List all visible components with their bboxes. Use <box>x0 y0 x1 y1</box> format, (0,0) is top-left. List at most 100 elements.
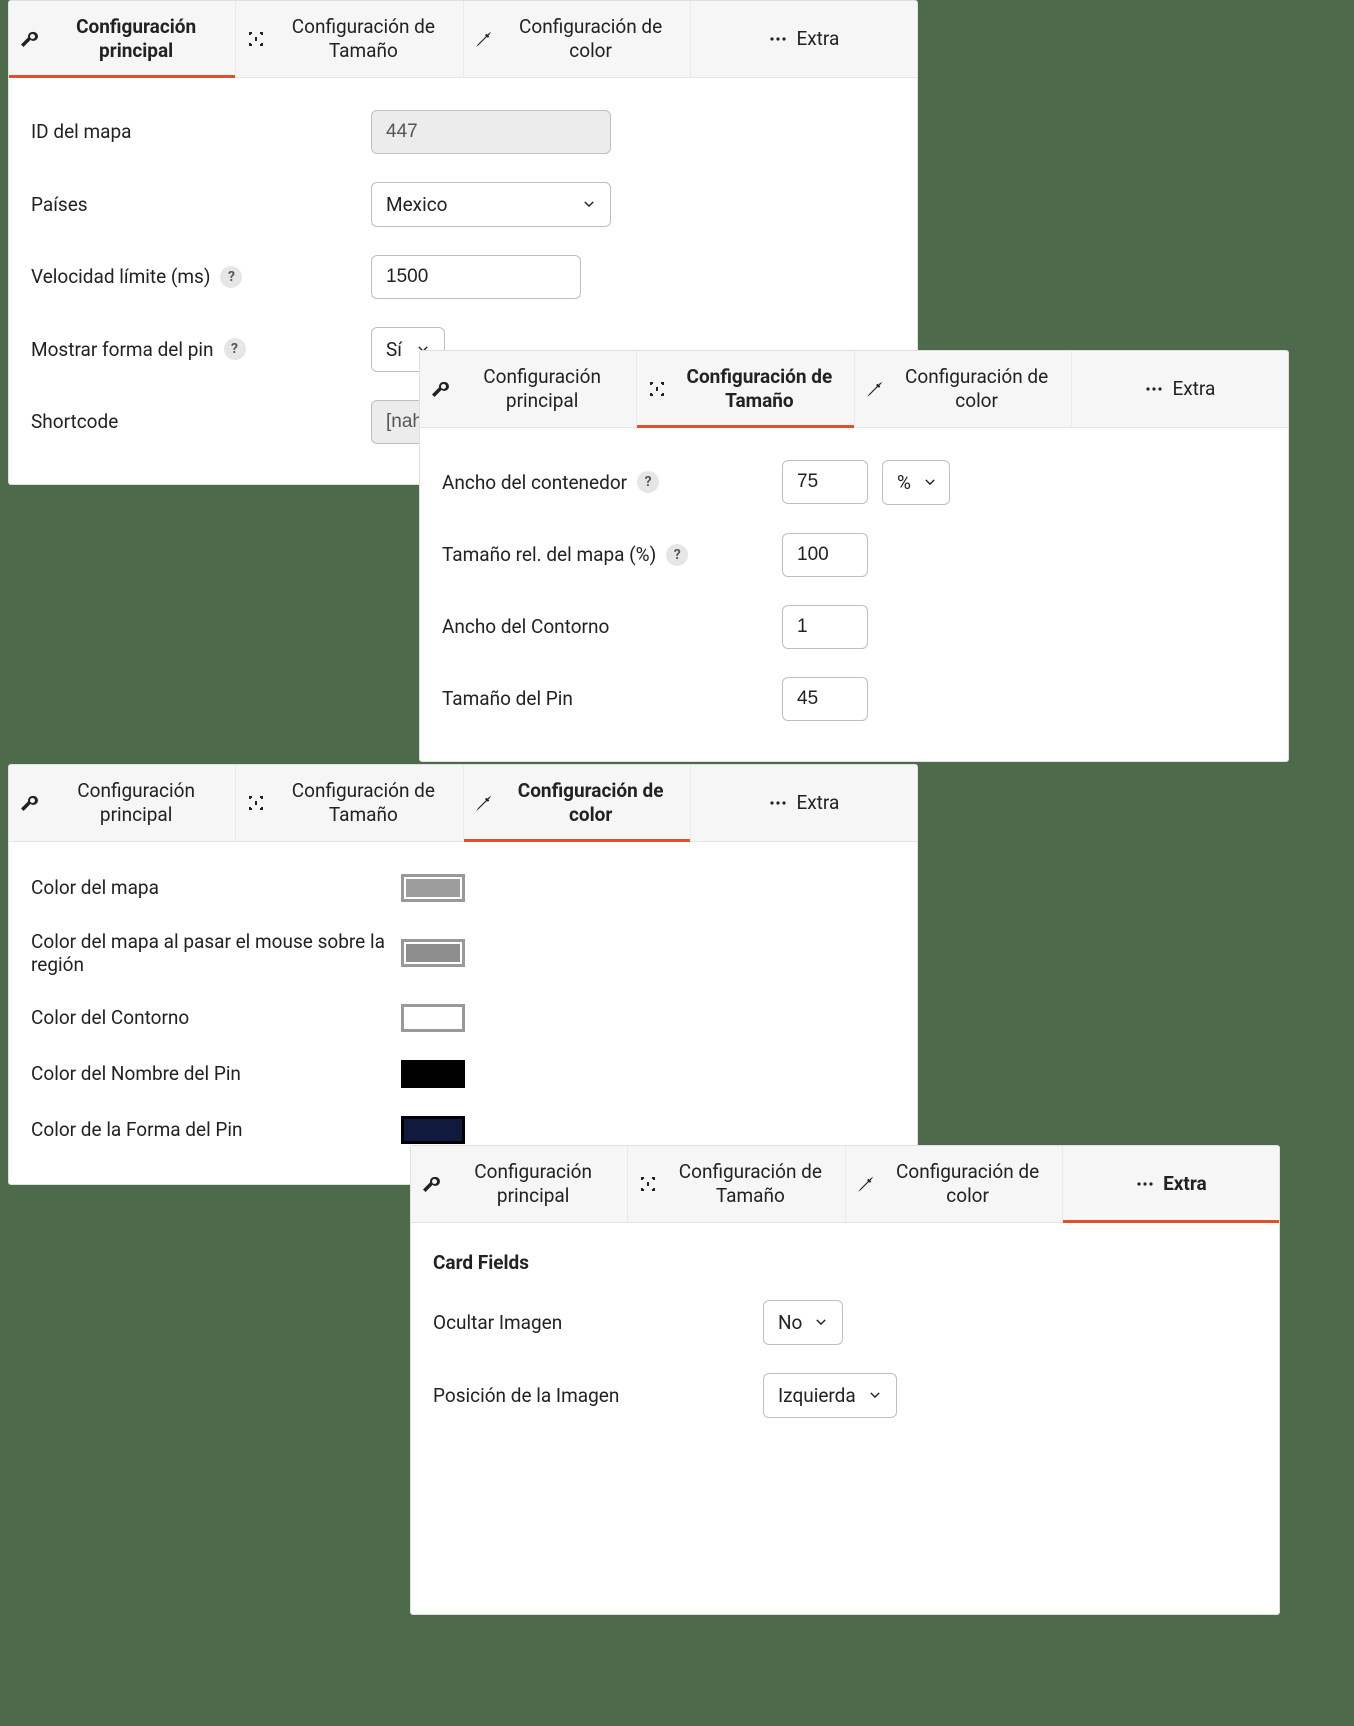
tab-size-label: Configuración de Tamaño <box>274 779 452 827</box>
tab-extra-label: Extra <box>1163 1172 1207 1196</box>
row-map-id: ID del mapa <box>31 96 895 168</box>
help-icon[interactable]: ? <box>637 471 659 493</box>
outline-width-label: Ancho del Contorno <box>442 615 609 638</box>
tab-color[interactable]: Configuración de color <box>855 351 1072 427</box>
pin-shape-color-swatch[interactable] <box>401 1116 465 1144</box>
resize-icon <box>246 793 266 813</box>
countries-value: Mexico <box>386 193 448 216</box>
dots-icon <box>1144 379 1164 399</box>
tab-main[interactable]: Configuración principal <box>411 1146 628 1222</box>
tab-main-label: Configuración principal <box>449 1160 617 1208</box>
tab-main[interactable]: Configuración principal <box>420 351 637 427</box>
tab-extra[interactable]: Extra <box>691 1 917 77</box>
map-hover-color-label: Color del mapa al pasar el mouse sobre l… <box>31 930 401 976</box>
container-width-unit-select[interactable]: % <box>882 460 950 505</box>
help-icon[interactable]: ? <box>666 544 688 566</box>
wrench-icon <box>421 1174 441 1194</box>
tab-extra[interactable]: Extra <box>1063 1146 1279 1222</box>
tab-size[interactable]: Configuración de Tamaño <box>637 351 854 427</box>
dropper-icon <box>865 379 885 399</box>
rel-size-input[interactable] <box>782 533 868 577</box>
card-fields-heading: Card Fields <box>433 1241 1257 1286</box>
pin-size-input[interactable] <box>782 677 868 721</box>
row-image-position: Posición de la Imagen Izquierda <box>433 1359 1257 1432</box>
dropper-icon <box>474 29 494 49</box>
panel-extra-body: Card Fields Ocultar Imagen No Posición d… <box>411 1223 1279 1458</box>
tab-color-label: Configuración de color <box>502 779 680 827</box>
tab-size-label: Configuración de Tamaño <box>675 365 843 413</box>
outline-color-swatch[interactable] <box>401 1004 465 1032</box>
pin-name-color-label: Color del Nombre del Pin <box>31 1062 241 1085</box>
row-throttle: Velocidad límite (ms) ? <box>31 241 895 313</box>
map-color-label: Color del mapa <box>31 876 159 899</box>
outline-color-label: Color del Contorno <box>31 1006 189 1029</box>
row-outline-color: Color del Contorno <box>31 990 895 1046</box>
tab-extra[interactable]: Extra <box>691 765 917 841</box>
wrench-icon <box>430 379 450 399</box>
tab-color-label: Configuración de color <box>893 365 1061 413</box>
tabbar-main: Configuración principal Configuración de… <box>9 1 917 78</box>
tab-size[interactable]: Configuración de Tamaño <box>236 1 463 77</box>
throttle-label: Velocidad límite (ms) <box>31 265 210 288</box>
row-countries: Países Mexico <box>31 168 895 241</box>
chevron-down-icon <box>923 475 937 489</box>
row-pin-size: Tamaño del Pin <box>442 663 1266 735</box>
tab-color-label: Configuración de color <box>502 15 680 63</box>
tabbar-color: Configuración principal Configuración de… <box>9 765 917 842</box>
dropper-icon <box>856 1174 876 1194</box>
countries-select[interactable]: Mexico <box>371 182 611 227</box>
tab-extra-label: Extra <box>1172 377 1215 401</box>
pin-shape-label: Mostrar forma del pin <box>31 338 214 361</box>
panel-color-body: Color del mapa Color del mapa al pasar e… <box>9 842 917 1184</box>
tab-main-label: Configuración principal <box>47 15 225 63</box>
tab-main[interactable]: Configuración principal <box>9 1 236 77</box>
image-position-select[interactable]: Izquierda <box>763 1373 897 1418</box>
pin-size-label: Tamaño del Pin <box>442 687 573 710</box>
panel-size-body: Ancho del contenedor ? % Tamaño rel. del… <box>420 428 1288 761</box>
pin-name-color-swatch[interactable] <box>401 1060 465 1088</box>
image-position-label: Posición de la Imagen <box>433 1384 619 1407</box>
tabbar-size: Configuración principal Configuración de… <box>420 351 1288 428</box>
panel-extra: Configuración principal Configuración de… <box>410 1145 1280 1615</box>
tab-size-label: Configuración de Tamaño <box>666 1160 834 1208</box>
wrench-icon <box>19 793 39 813</box>
outline-width-input[interactable] <box>782 605 868 649</box>
resize-icon <box>647 379 667 399</box>
pin-shape-value: Sí <box>386 338 402 361</box>
tab-size[interactable]: Configuración de Tamaño <box>628 1146 845 1222</box>
dots-icon <box>768 793 788 813</box>
map-id-label: ID del mapa <box>31 120 131 143</box>
throttle-input[interactable] <box>371 255 581 299</box>
container-width-unit: % <box>897 471 911 494</box>
map-hover-color-swatch[interactable] <box>401 939 465 967</box>
container-width-input[interactable] <box>782 460 868 504</box>
tabbar-extra: Configuración principal Configuración de… <box>411 1146 1279 1223</box>
hide-image-select[interactable]: No <box>763 1300 843 1345</box>
countries-label: Países <box>31 193 88 216</box>
tab-main-label: Configuración principal <box>47 779 225 827</box>
tab-color[interactable]: Configuración de color <box>464 765 691 841</box>
hide-image-value: No <box>778 1311 802 1334</box>
shortcode-label: Shortcode <box>31 410 118 433</box>
help-icon[interactable]: ? <box>224 338 246 360</box>
tab-size[interactable]: Configuración de Tamaño <box>236 765 463 841</box>
tab-main[interactable]: Configuración principal <box>9 765 236 841</box>
panel-color: Configuración principal Configuración de… <box>8 764 918 1185</box>
panel-size: Configuración principal Configuración de… <box>419 350 1289 762</box>
dots-icon <box>1135 1174 1155 1194</box>
row-map-hover-color: Color del mapa al pasar el mouse sobre l… <box>31 916 895 990</box>
rel-size-label: Tamaño rel. del mapa (%) <box>442 543 656 566</box>
row-pin-name-color: Color del Nombre del Pin <box>31 1046 895 1102</box>
map-color-swatch[interactable] <box>401 874 465 902</box>
resize-icon <box>638 1174 658 1194</box>
tab-main-label: Configuración principal <box>458 365 626 413</box>
tab-color[interactable]: Configuración de color <box>464 1 691 77</box>
tab-extra[interactable]: Extra <box>1072 351 1288 427</box>
row-hide-image: Ocultar Imagen No <box>433 1286 1257 1359</box>
container-width-label: Ancho del contenedor <box>442 471 627 494</box>
wrench-icon <box>19 29 39 49</box>
row-container-width: Ancho del contenedor ? % <box>442 446 1266 519</box>
tab-extra-label: Extra <box>796 791 839 815</box>
tab-color[interactable]: Configuración de color <box>846 1146 1063 1222</box>
help-icon[interactable]: ? <box>220 266 242 288</box>
